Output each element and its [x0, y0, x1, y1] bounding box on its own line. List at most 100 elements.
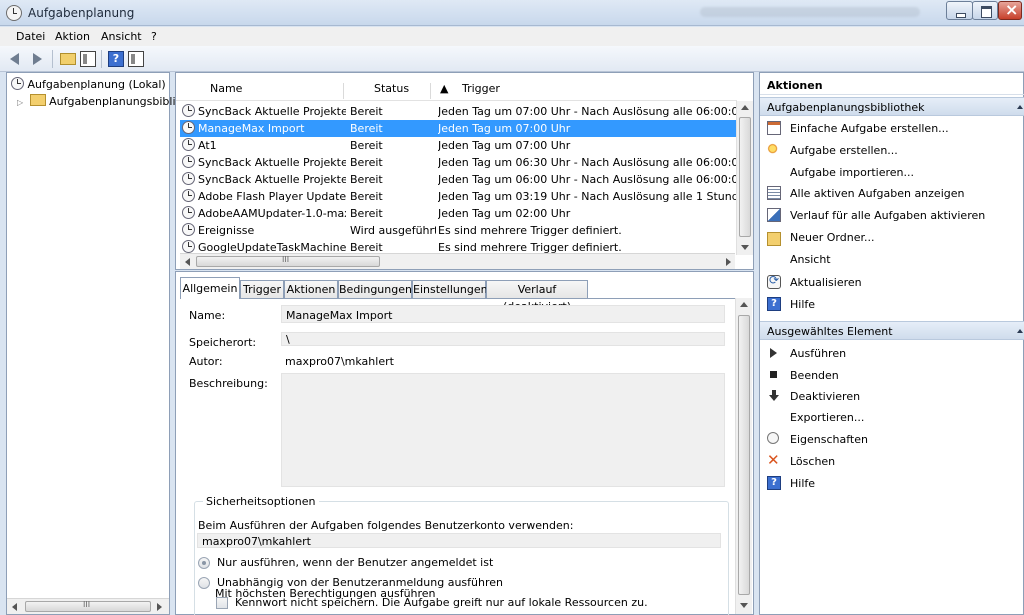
action-label: Neuer Ordner...: [790, 231, 875, 244]
scroll-right-icon[interactable]: [157, 603, 162, 611]
task-status: Bereit: [350, 105, 383, 118]
action-label: Exportieren...: [790, 411, 865, 424]
action-export[interactable]: Exportieren...: [760, 407, 1024, 427]
scroll-up-icon[interactable]: [740, 302, 748, 307]
action-disable[interactable]: Deaktivieren: [760, 386, 1024, 406]
task-status: Bereit: [350, 207, 383, 220]
radio-run-whether-logged-on[interactable]: [198, 577, 210, 589]
scroll-grip: III: [83, 600, 91, 609]
close-button[interactable]: [998, 0, 1022, 20]
task-row[interactable]: AdobeAAMUpdater-1.0-max... Bereit Jeden …: [180, 205, 737, 222]
task-list-horizontal-scrollbar[interactable]: III: [180, 253, 735, 269]
action-enable-history[interactable]: Verlauf für alle Aufgaben aktivieren: [760, 205, 1024, 225]
account-field: maxpro07\mkahlert: [197, 533, 721, 548]
list-icon: [767, 186, 781, 200]
action-view[interactable]: Ansicht: [760, 249, 1024, 269]
maximize-button[interactable]: [972, 1, 998, 20]
show-hide-tree-icon[interactable]: [80, 51, 96, 67]
action-label: Hilfe: [790, 477, 816, 490]
task-trigger: Jeden Tag um 07:00 Uhr: [438, 122, 571, 135]
scroll-left-icon[interactable]: [185, 258, 190, 266]
scroll-left-icon[interactable]: [12, 603, 17, 611]
details-vertical-scrollbar[interactable]: [735, 298, 752, 614]
action-properties[interactable]: Eigenschaften: [760, 429, 1024, 449]
scroll-right-icon[interactable]: [726, 258, 731, 266]
menu-ansicht[interactable]: Ansicht: [101, 30, 142, 43]
menu-help[interactable]: ?: [151, 30, 157, 43]
tab-einstellungen[interactable]: Einstellungen: [412, 280, 488, 298]
tab-verlauf[interactable]: Verlauf (deaktiviert): [486, 280, 588, 313]
action-create-task[interactable]: Aufgabe erstellen...: [760, 140, 1024, 160]
disable-icon: [767, 389, 781, 403]
action-label: Ansicht: [790, 253, 831, 266]
action-help[interactable]: ? Hilfe: [760, 294, 1024, 314]
scroll-thumb[interactable]: III: [25, 600, 151, 612]
tab-aktionen[interactable]: Aktionen: [284, 280, 338, 298]
column-header-status[interactable]: Status: [374, 82, 409, 100]
action-help-selected[interactable]: ? Hilfe: [760, 473, 1024, 493]
scroll-thumb[interactable]: [738, 315, 750, 595]
column-separator: [343, 83, 344, 99]
minimize-button[interactable]: [946, 1, 973, 20]
action-label: Hilfe: [790, 298, 816, 311]
task-list-vertical-scrollbar[interactable]: [736, 101, 753, 255]
tree-horizontal-scrollbar[interactable]: III: [7, 598, 169, 614]
task-row[interactable]: At1 Bereit Jeden Tag um 07:00 Uhr: [180, 137, 737, 154]
task-row[interactable]: SyncBack Aktuelle Projekte -... Bereit J…: [180, 171, 737, 188]
column-header-trigger[interactable]: Trigger: [462, 82, 500, 100]
folder-up-icon[interactable]: [60, 53, 76, 65]
task-clock-icon: [182, 189, 195, 202]
action-run[interactable]: Ausführen: [760, 343, 1024, 363]
action-label: Deaktivieren: [790, 390, 861, 403]
task-row[interactable]: SyncBack Aktuelle Projekte -... Bereit J…: [180, 103, 737, 120]
radio-logged-on-only[interactable]: [198, 557, 210, 569]
tab-trigger[interactable]: Trigger: [240, 280, 284, 298]
tree-expand-icon[interactable]: ▷: [17, 98, 23, 107]
section-selected-item[interactable]: Ausgewähltes Element: [760, 321, 1024, 340]
task-trigger: Jeden Tag um 07:00 Uhr - Nach Auslösung …: [438, 105, 737, 118]
task-row[interactable]: Adobe Flash Player Updater Bereit Jeden …: [180, 188, 737, 205]
show-hide-actions-icon[interactable]: [128, 51, 144, 67]
action-end[interactable]: Beenden: [760, 365, 1024, 385]
task-row[interactable]: Ereignisse Wird ausgeführt Es sind mehre…: [180, 222, 737, 239]
task-clock-icon: [182, 240, 195, 253]
scroll-grip: III: [282, 255, 290, 264]
forward-arrow-icon[interactable]: [28, 51, 44, 67]
action-show-running-tasks[interactable]: Alle aktiven Aufgaben anzeigen: [760, 183, 1024, 203]
task-status: Bereit: [350, 190, 383, 203]
menu-aktion[interactable]: Aktion: [55, 30, 90, 43]
action-import-task[interactable]: Aufgabe importieren...: [760, 162, 1024, 182]
tab-allgemein[interactable]: Allgemein: [180, 277, 240, 299]
task-row-selected[interactable]: ManageMax Import Bereit Jeden Tag um 07:…: [180, 120, 737, 137]
tree-item-root[interactable]: Aufgabenplanung (Lokal): [11, 77, 166, 91]
task-row[interactable]: SyncBack Aktuelle Projekte -... Bereit J…: [180, 154, 737, 171]
task-name: SyncBack Aktuelle Projekte -...: [198, 105, 346, 118]
task-list: Name Status ▲ Trigger SyncBack Aktuelle …: [175, 72, 754, 270]
action-refresh[interactable]: Aktualisieren: [760, 272, 1024, 292]
checkbox-highest-privileges-label: Mit höchsten Berechtigungen ausführen: [215, 587, 436, 600]
location-field[interactable]: \: [281, 332, 725, 346]
back-arrow-icon[interactable]: [8, 51, 24, 67]
section-library[interactable]: Aufgabenplanungsbibliothek: [760, 97, 1024, 116]
action-create-basic-task[interactable]: Einfache Aufgabe erstellen...: [760, 118, 1024, 138]
stop-icon: [767, 368, 781, 382]
column-header-name[interactable]: Name: [210, 82, 242, 100]
new-task-icon: [767, 143, 781, 157]
scroll-down-icon[interactable]: [740, 603, 748, 608]
scroll-thumb[interactable]: III: [196, 255, 380, 267]
action-delete[interactable]: Löschen: [760, 451, 1024, 471]
scroll-thumb[interactable]: [739, 117, 751, 237]
scroll-up-icon[interactable]: [741, 105, 749, 110]
description-label: Beschreibung:: [189, 377, 268, 390]
scroll-down-icon[interactable]: [741, 245, 749, 250]
description-field[interactable]: [281, 373, 725, 487]
action-label: Alle aktiven Aufgaben anzeigen: [790, 187, 965, 200]
menu-datei[interactable]: Datei: [16, 30, 45, 43]
toolbar-separator: [52, 50, 53, 68]
tab-bedingungen[interactable]: Bedingungen: [338, 280, 412, 298]
account-label: Beim Ausführen der Aufgaben folgendes Be…: [198, 519, 574, 532]
name-field[interactable]: ManageMax Import: [281, 305, 725, 323]
tab-strip: Allgemein Trigger Aktionen Bedingungen E…: [176, 272, 753, 313]
help-icon[interactable]: ?: [108, 51, 124, 67]
action-new-folder[interactable]: Neuer Ordner...: [760, 227, 1024, 247]
